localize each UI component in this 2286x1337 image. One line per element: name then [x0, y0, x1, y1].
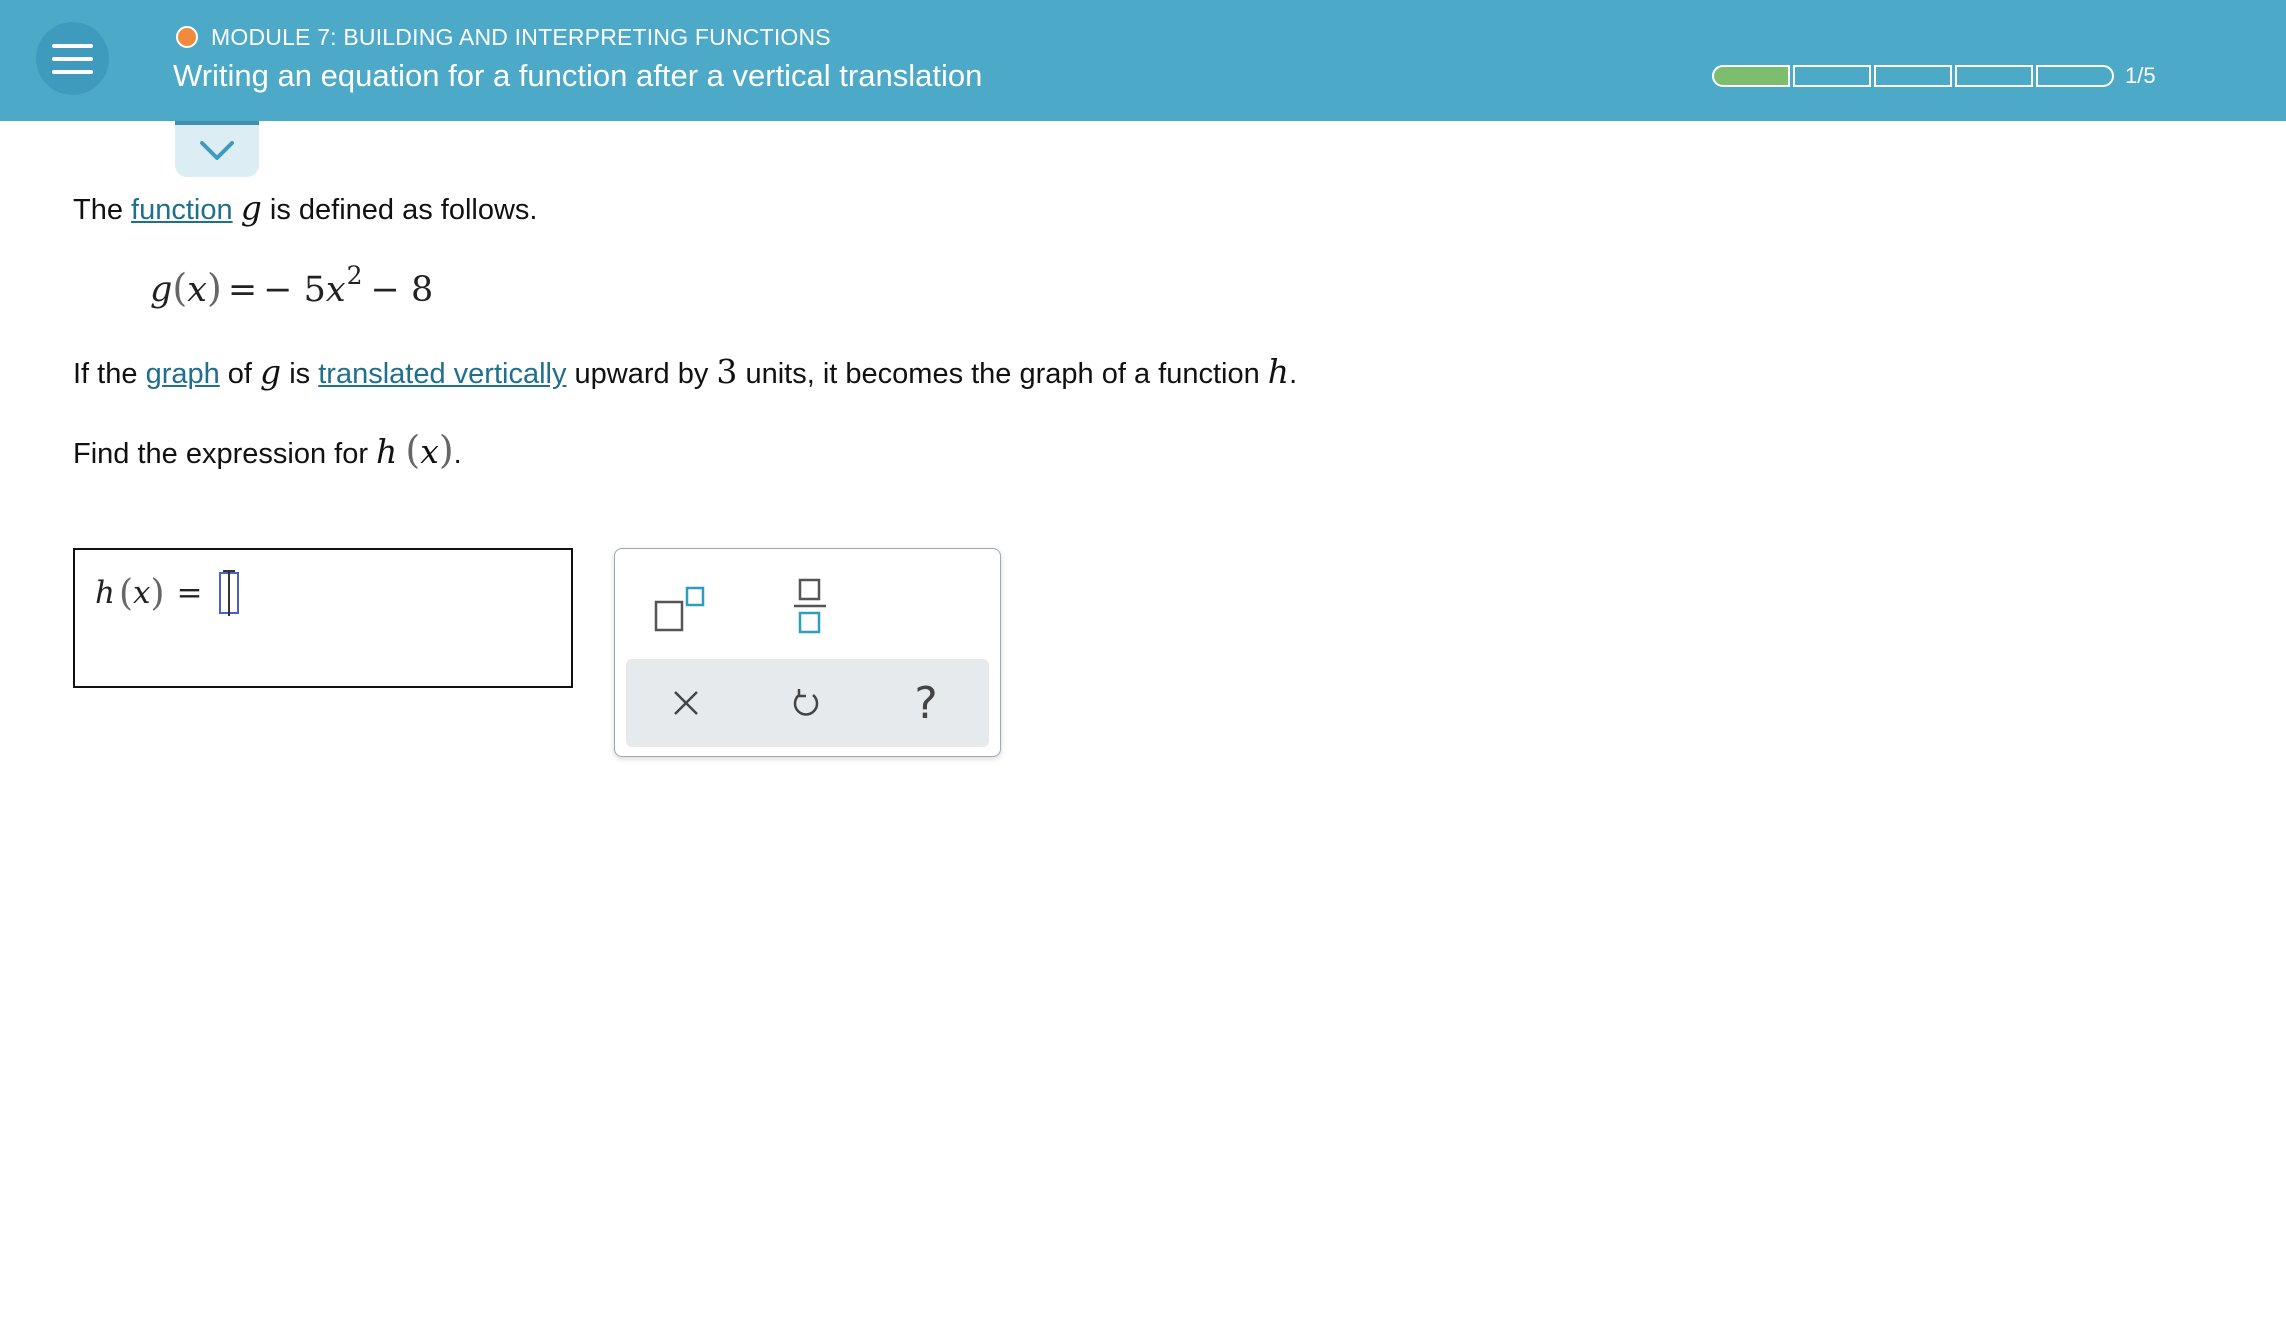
progress-count: 1/5 [2125, 63, 2156, 88]
translated-vertically-link[interactable]: translated vertically [318, 358, 566, 390]
problem-intro: The function g is defined as follows. [73, 188, 538, 227]
hamburger-icon [52, 43, 93, 48]
module-title: MODULE 7: BUILDING AND INTERPRETING FUNC… [211, 23, 831, 50]
function-link[interactable]: function [131, 194, 233, 226]
undo-icon [793, 689, 819, 716]
progress-segment-5 [2036, 65, 2114, 87]
answer-entry-slot[interactable] [218, 572, 239, 614]
clear-icon [674, 691, 698, 715]
chevron-down-icon [200, 141, 234, 160]
problem-question: Find the expression for h (x). [73, 428, 462, 472]
module-label: MODULE 7: BUILDING AND INTERPRETING FUNC… [176, 22, 831, 52]
fraction-icon [794, 578, 826, 634]
problem-translation: If the graph of g is translated vertical… [73, 352, 1298, 391]
top-header-bar: MODULE 7: BUILDING AND INTERPRETING FUNC… [0, 0, 2286, 121]
graph-link[interactable]: graph [146, 358, 220, 390]
module-status-dot-icon [176, 26, 198, 48]
superscript-icon [654, 586, 705, 632]
answer-input[interactable]: h (x) = [73, 548, 573, 688]
help-icon: ? [914, 677, 938, 729]
lesson-title: Writing an equation for a function after… [173, 58, 983, 93]
math-palette: ? [614, 548, 1001, 757]
superscript-button[interactable] [651, 579, 711, 639]
fraction-button[interactable] [775, 573, 845, 639]
progress-segment-1 [1712, 65, 1790, 87]
var-g: g [240, 188, 262, 227]
progress-segment-4 [1955, 65, 2033, 87]
undo-button[interactable] [776, 675, 836, 731]
function-definition: g (x) = − 5 x 2 − 8 [150, 261, 434, 310]
progress-indicator: 1/5 [1712, 63, 2156, 89]
palette-actions: ? [626, 659, 989, 747]
progress-segment-3 [1874, 65, 1952, 87]
answer-label: h (x) = [95, 572, 239, 614]
menu-button[interactable] [36, 22, 109, 95]
help-button[interactable]: ? [896, 673, 956, 733]
progress-segment-2 [1793, 65, 1871, 87]
clear-button[interactable] [656, 675, 716, 731]
collapse-header-button[interactable] [175, 121, 259, 177]
